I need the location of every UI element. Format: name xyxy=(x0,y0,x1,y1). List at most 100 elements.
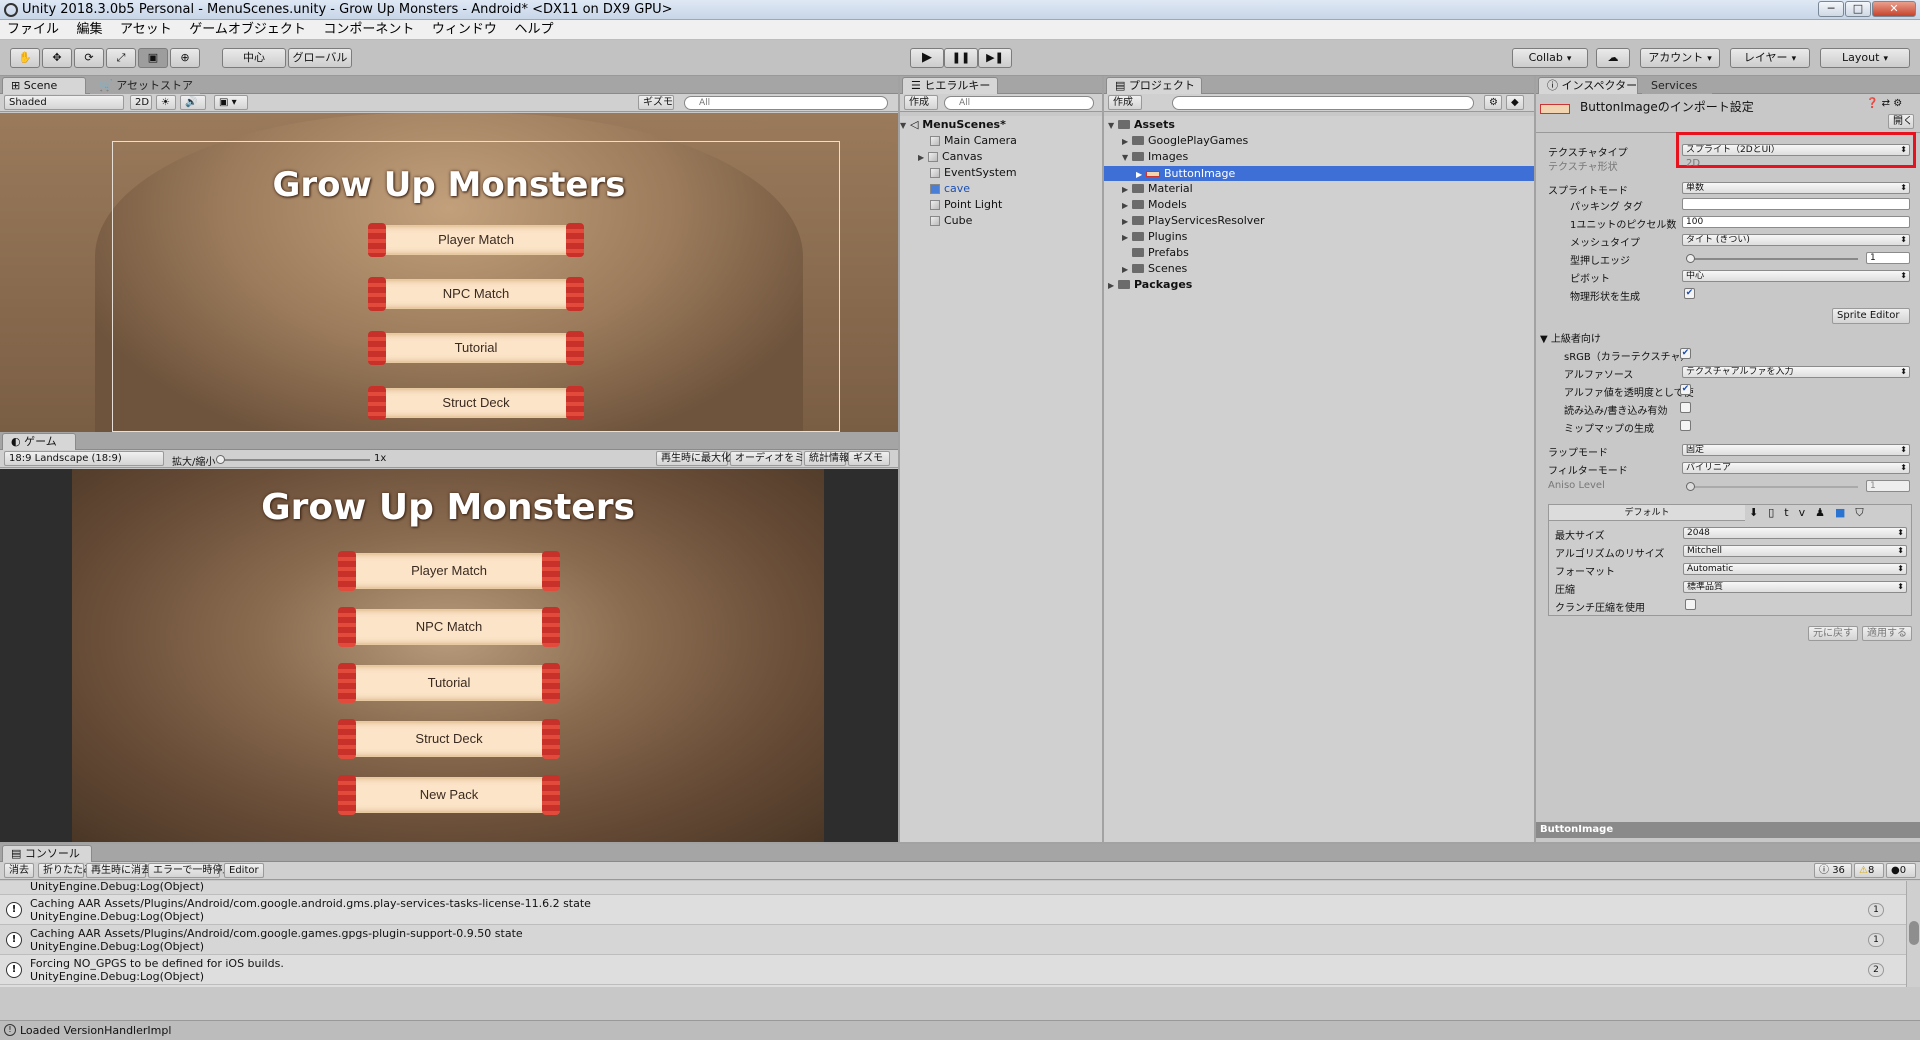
extrude-slider-handle[interactable] xyxy=(1686,254,1695,263)
minimize-button[interactable]: ─ xyxy=(1818,1,1844,17)
rotate-tool-icon[interactable]: ⟳ xyxy=(74,48,104,68)
hand-tool-icon[interactable]: ✋ xyxy=(10,48,40,68)
aniso-input[interactable]: 1 xyxy=(1866,480,1910,492)
mipmap-checkbox[interactable] xyxy=(1680,420,1691,431)
tab-scene[interactable]: ⊞ Scene xyxy=(2,77,86,94)
hierarchy-item-cube[interactable]: Cube xyxy=(930,214,1102,227)
apply-button[interactable]: 適用する xyxy=(1862,626,1912,641)
expand-arrow-icon[interactable]: ▼ xyxy=(1122,151,1132,164)
tab-asset-store[interactable]: 🛒 アセットストア xyxy=(90,77,200,94)
project-item-models[interactable]: ▶ Models xyxy=(1122,198,1534,211)
maximize-button[interactable]: □ xyxy=(1845,1,1871,17)
warning-count-toggle[interactable]: ⚠8 xyxy=(1854,863,1884,878)
tab-console[interactable]: ▤ コンソール xyxy=(2,845,92,862)
project-item-googleplaygames[interactable]: ▶ GooglePlayGames xyxy=(1122,134,1534,147)
menu-file[interactable]: ファイル xyxy=(0,20,66,40)
expand-arrow-icon[interactable]: ▶ xyxy=(918,151,928,164)
alpha-source-dropdown[interactable]: テクスチャアルファを入力 xyxy=(1682,366,1910,378)
expand-arrow-icon[interactable]: ▶ xyxy=(1122,263,1132,276)
transform-tool-icon[interactable]: ⊕ xyxy=(170,48,200,68)
project-item-assets[interactable]: ▼ Assets xyxy=(1108,118,1534,131)
expand-arrow-icon[interactable]: ▶ xyxy=(1108,279,1118,292)
preset-icon[interactable]: ⇄ xyxy=(1882,98,1890,109)
mode-2d-toggle[interactable]: 2D xyxy=(130,95,152,110)
move-tool-icon[interactable]: ✥ xyxy=(42,48,72,68)
pivot-toggle[interactable]: 中心 xyxy=(222,48,286,68)
project-item-playservicesresolver[interactable]: ▶ PlayServicesResolver xyxy=(1122,214,1534,227)
crunch-checkbox[interactable] xyxy=(1685,599,1696,610)
rect-tool-icon[interactable]: ▣ xyxy=(138,48,168,68)
game-gizmos-dropdown[interactable]: ギズモ xyxy=(848,451,890,466)
expand-arrow-icon[interactable]: ▼ xyxy=(1108,119,1118,132)
expand-arrow-icon[interactable]: ▶ xyxy=(1122,231,1132,244)
project-item-prefabs[interactable]: Prefabs xyxy=(1132,246,1534,259)
menu-window[interactable]: ウィンドウ xyxy=(425,20,504,40)
scale-tool-icon[interactable]: ⤢ xyxy=(106,48,136,68)
console-clear-on-play-toggle[interactable]: 再生時に消去 xyxy=(86,863,151,878)
expand-arrow-icon[interactable]: ▶ xyxy=(1122,199,1132,212)
hierarchy-item-cave[interactable]: cave xyxy=(930,182,1102,195)
close-button[interactable]: ✕ xyxy=(1872,1,1916,17)
layers-dropdown[interactable]: レイヤー xyxy=(1730,48,1810,68)
collab-dropdown[interactable]: Collab xyxy=(1512,48,1588,68)
menu-assets[interactable]: アセット xyxy=(113,20,179,40)
expand-arrow-icon[interactable]: ▶ xyxy=(1122,215,1132,228)
expand-arrow-icon[interactable]: ▼ xyxy=(900,119,910,132)
console-scrollbar[interactable] xyxy=(1906,881,1920,987)
account-dropdown[interactable]: アカウント xyxy=(1640,48,1720,68)
extrude-input[interactable]: 1 xyxy=(1866,252,1910,264)
revert-button[interactable]: 元に戻す xyxy=(1808,626,1858,641)
tab-services[interactable]: Services xyxy=(1642,77,1712,94)
stats-toggle[interactable]: 統計情報 xyxy=(804,451,849,466)
html5-icon[interactable]: ⛉ xyxy=(1855,506,1873,519)
filter-label-icon[interactable]: ◆ xyxy=(1506,95,1524,110)
scene-view[interactable]: Grow Up Monsters Player Match NPC Match … xyxy=(0,113,898,432)
pause-button[interactable]: ❚❚ xyxy=(944,48,978,68)
wrap-mode-dropdown[interactable]: 固定 xyxy=(1682,444,1910,456)
sprite-editor-button[interactable]: Sprite Editor xyxy=(1832,308,1910,324)
sprite-mode-dropdown[interactable]: 単数 xyxy=(1682,182,1910,194)
console-collapse-toggle[interactable]: 折りたたみ xyxy=(38,863,93,878)
aniso-slider-track[interactable] xyxy=(1688,486,1858,488)
tutorial-button[interactable]: Tutorial xyxy=(338,663,560,703)
filter-mode-dropdown[interactable]: バイリニア xyxy=(1682,462,1910,474)
new-pack-button[interactable]: New Pack xyxy=(338,775,560,815)
maximize-on-play-toggle[interactable]: 再生時に最大化 xyxy=(656,451,731,466)
pivot-dropdown[interactable]: 中心 xyxy=(1682,270,1910,282)
project-item-buttonimage[interactable]: ▶ ButtonImage xyxy=(1104,166,1534,181)
open-button[interactable]: 開く xyxy=(1888,114,1914,129)
npc-match-button[interactable]: NPC Match xyxy=(338,607,560,647)
log-row[interactable]: ! Caching AAR Assets/Plugins/Android/com… xyxy=(0,895,1906,925)
console-editor-dropdown[interactable]: Editor xyxy=(224,863,264,878)
menu-help[interactable]: ヘルプ xyxy=(507,20,560,40)
scene-tutorial-button[interactable]: Tutorial xyxy=(368,331,584,365)
platform-tab-default[interactable]: デフォルト xyxy=(1549,505,1745,521)
tab-inspector[interactable]: ⓘ インスペクター xyxy=(1538,77,1638,94)
extrude-slider-track[interactable] xyxy=(1688,258,1858,260)
format-dropdown[interactable]: Automatic xyxy=(1683,563,1907,575)
project-item-images[interactable]: ▼ Images xyxy=(1122,150,1534,163)
project-search-input[interactable] xyxy=(1172,96,1474,110)
expand-arrow-icon[interactable]: ▶ xyxy=(1136,167,1146,182)
console-clear-button[interactable]: 消去 xyxy=(4,863,34,878)
project-item-plugins[interactable]: ▶ Plugins xyxy=(1122,230,1534,243)
mute-audio-toggle[interactable]: オーディオをミュート xyxy=(730,451,834,466)
audio-toggle-icon[interactable]: 🔊 xyxy=(180,95,206,110)
log-count-toggle[interactable]: ⓘ 36 xyxy=(1814,863,1852,878)
hierarchy-item-point-light[interactable]: Point Light xyxy=(930,198,1102,211)
scene-gizmos-dropdown[interactable]: ギズモ xyxy=(638,95,674,110)
mobile-icon[interactable]: ▯ xyxy=(1768,506,1784,519)
tab-hierarchy[interactable]: ☰ ヒエラルキー xyxy=(902,77,998,94)
effects-toggle-icon[interactable]: ▣ ▾ xyxy=(214,95,248,110)
scene-npc-match-button[interactable]: NPC Match xyxy=(368,277,584,311)
advanced-foldout[interactable]: ▼ 上級者向け xyxy=(1540,330,1601,345)
appletv-icon[interactable]: tv xyxy=(1784,506,1815,519)
project-item-material[interactable]: ▶ Material xyxy=(1122,182,1534,195)
compression-dropdown[interactable]: 標準品質 xyxy=(1683,581,1907,593)
alpha-transparency-checkbox[interactable]: ✔ xyxy=(1680,384,1691,395)
lighting-toggle-icon[interactable]: ☀ xyxy=(156,95,176,110)
readwrite-checkbox[interactable] xyxy=(1680,402,1691,413)
hierarchy-item-canvas[interactable]: ▶ Canvas xyxy=(918,150,1102,163)
tab-game[interactable]: ◐ ゲーム xyxy=(2,433,76,450)
log-row[interactable]: ! Caching AAR Assets/Plugins/Android/com… xyxy=(0,925,1906,955)
